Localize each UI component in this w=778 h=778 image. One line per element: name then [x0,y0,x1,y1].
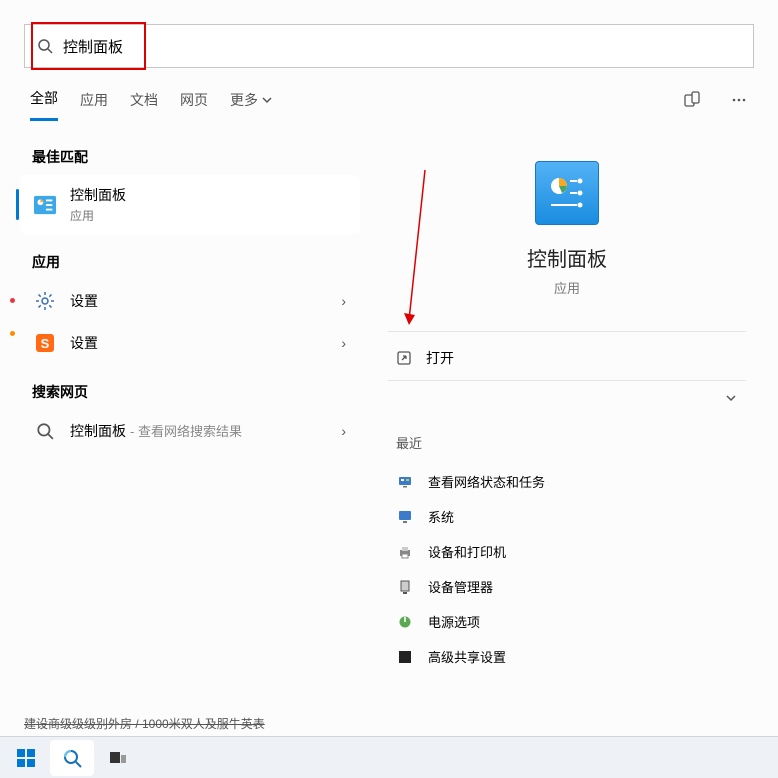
tab-all[interactable]: 全部 [30,88,58,121]
result-settings-2[interactable]: S 设置 › [20,322,360,364]
search-bar[interactable] [24,24,754,68]
control-panel-icon [34,194,56,216]
tab-apps[interactable]: 应用 [80,90,108,120]
recent-system[interactable]: 系统 [388,499,746,534]
sharing-icon [396,648,414,666]
power-icon [396,613,414,631]
device-manager-icon [396,578,414,596]
background-truncated-text: 建设商级级级别外房 / 1000米双人及服牛英表 [24,715,265,732]
more-icon[interactable] [730,91,748,119]
chevron-right-icon: › [341,335,346,351]
result-sub: 应用 [70,207,346,224]
result-web-search[interactable]: 控制面板 - 查看网络搜索结果 › [20,410,360,452]
background-dots [10,298,15,336]
taskbar-taskview-button[interactable] [96,740,140,776]
result-title: 控制面板 [70,185,346,205]
taskbar-search-button[interactable] [50,740,94,776]
open-action[interactable]: 打开 [388,336,746,381]
recent-advanced-sharing[interactable]: 高级共享设置 [388,639,746,674]
chevron-down-icon [262,95,272,105]
chevron-down-icon [724,391,738,405]
result-settings-1[interactable]: 设置 › [20,280,360,322]
result-control-panel[interactable]: 控制面板 应用 [20,175,360,234]
gear-icon [34,290,56,312]
detail-sub: 应用 [388,278,746,297]
tabs-row: 全部 应用 文档 网页 更多 [0,68,778,121]
open-icon [396,350,412,366]
recent-power-options[interactable]: 电源选项 [388,604,746,639]
recent-devices-printers[interactable]: 设备和打印机 [388,534,746,569]
search-icon [34,420,56,442]
phone-link-icon[interactable] [682,90,702,120]
sogou-icon: S [34,332,56,354]
recent-label: 最近 [388,415,746,464]
system-icon [396,508,414,526]
tab-web[interactable]: 网页 [180,90,208,120]
network-icon [396,473,414,491]
recent-device-manager[interactable]: 设备管理器 [388,569,746,604]
expand-toggle[interactable] [388,381,746,415]
search-icon [37,38,53,54]
search-input[interactable] [63,38,741,55]
best-match-label: 最佳匹配 [20,141,360,175]
control-panel-large-icon [535,161,599,225]
svg-text:S: S [41,336,50,351]
results-column: 最佳匹配 控制面板 应用 应用 设置 › S 设置 › 搜索 [20,141,360,674]
tab-docs[interactable]: 文档 [130,90,158,120]
chevron-right-icon: › [341,423,346,439]
tab-more[interactable]: 更多 [230,90,272,120]
web-search-label: 搜索网页 [20,376,360,410]
recent-network-status[interactable]: 查看网络状态和任务 [388,464,746,499]
apps-label: 应用 [20,246,360,280]
detail-title: 控制面板 [388,243,746,272]
detail-panel: 控制面板 应用 打开 最近 查看网络状态和任务 系统 设备和打印机 [376,141,758,674]
taskbar [0,736,778,778]
printer-icon [396,543,414,561]
start-button[interactable] [4,740,48,776]
chevron-right-icon: › [341,293,346,309]
